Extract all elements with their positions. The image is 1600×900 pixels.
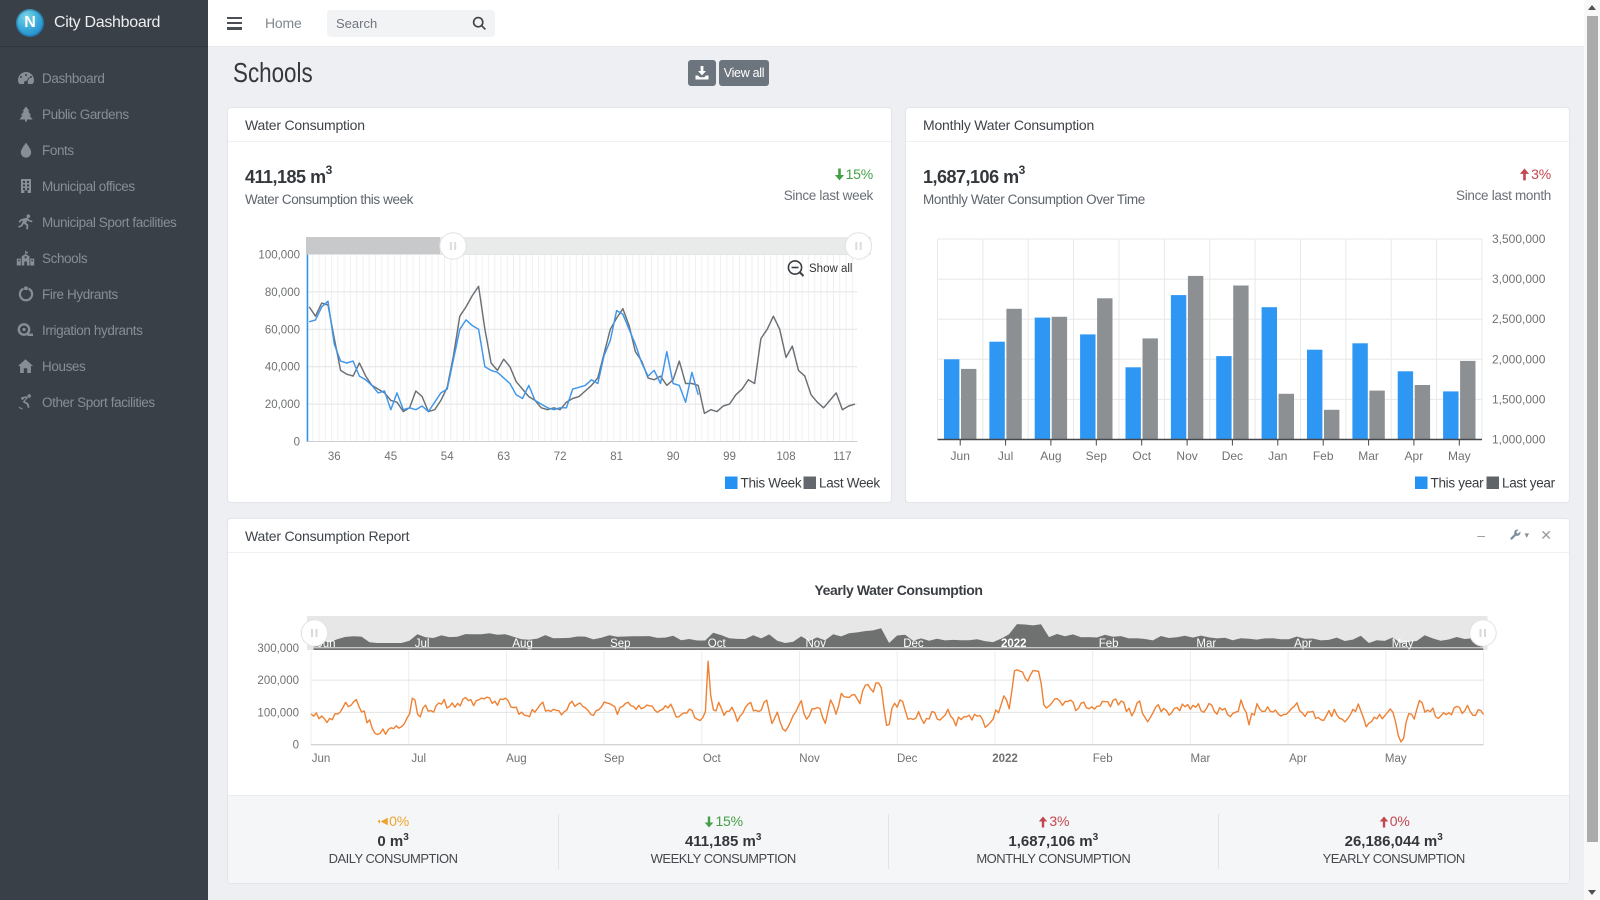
svg-text:1,500,000: 1,500,000 [1492, 392, 1546, 406]
svg-text:This year: This year [1431, 476, 1485, 491]
svg-text:Dec: Dec [897, 753, 918, 765]
svg-text:Nov: Nov [799, 753, 820, 765]
svg-text:2022: 2022 [992, 753, 1018, 765]
svg-text:0: 0 [294, 437, 300, 449]
svg-text:Feb: Feb [1313, 449, 1334, 463]
svg-text:80,000: 80,000 [265, 287, 300, 299]
svg-text:This Week: This Week [741, 476, 802, 491]
svg-text:Mar: Mar [1358, 449, 1379, 463]
svg-text:Jun: Jun [312, 753, 331, 765]
svg-text:Apr: Apr [1289, 753, 1307, 765]
svg-text:May: May [1448, 449, 1471, 463]
svg-text:May: May [1385, 753, 1407, 765]
svg-text:Aug: Aug [506, 753, 526, 765]
svg-text:Nov: Nov [1176, 449, 1197, 463]
svg-text:200,000: 200,000 [257, 675, 299, 687]
svg-text:117: 117 [833, 451, 851, 463]
svg-text:Last Week: Last Week [819, 476, 880, 491]
svg-text:3,500,000: 3,500,000 [1492, 232, 1546, 246]
svg-text:100,000: 100,000 [257, 707, 299, 719]
svg-text:81: 81 [610, 451, 623, 463]
svg-text:108: 108 [776, 451, 795, 463]
svg-text:36: 36 [328, 451, 341, 463]
svg-text:Dec: Dec [1222, 449, 1243, 463]
svg-text:Last year: Last year [1502, 476, 1556, 491]
svg-text:Aug: Aug [1040, 449, 1061, 463]
svg-text:Jul: Jul [411, 753, 426, 765]
svg-text:Sep: Sep [1086, 449, 1108, 463]
svg-text:0: 0 [293, 740, 299, 752]
svg-text:40,000: 40,000 [265, 362, 300, 374]
svg-text:3,000,000: 3,000,000 [1492, 272, 1546, 286]
svg-text:20,000: 20,000 [265, 399, 300, 411]
svg-text:2,500,000: 2,500,000 [1492, 312, 1546, 326]
svg-text:Jan: Jan [1268, 449, 1287, 463]
svg-text:45: 45 [384, 451, 397, 463]
svg-text:99: 99 [723, 451, 736, 463]
svg-text:54: 54 [441, 451, 454, 463]
svg-text:Feb: Feb [1093, 753, 1113, 765]
svg-text:Apr: Apr [1405, 449, 1424, 463]
svg-text:63: 63 [497, 451, 510, 463]
svg-text:Oct: Oct [1132, 449, 1151, 463]
svg-text:Jul: Jul [998, 449, 1013, 463]
svg-text:72: 72 [554, 451, 567, 463]
svg-text:Mar: Mar [1190, 753, 1210, 765]
svg-text:Sep: Sep [604, 753, 624, 765]
svg-text:100,000: 100,000 [258, 250, 300, 262]
svg-text:300,000: 300,000 [257, 643, 299, 655]
svg-text:1,000,000: 1,000,000 [1492, 433, 1546, 447]
svg-text:Jun: Jun [951, 449, 970, 463]
svg-text:Oct: Oct [703, 753, 722, 765]
svg-text:60,000: 60,000 [265, 324, 300, 336]
svg-text:2,000,000: 2,000,000 [1492, 352, 1546, 366]
svg-text:Show all: Show all [809, 263, 852, 275]
svg-text:90: 90 [667, 451, 680, 463]
